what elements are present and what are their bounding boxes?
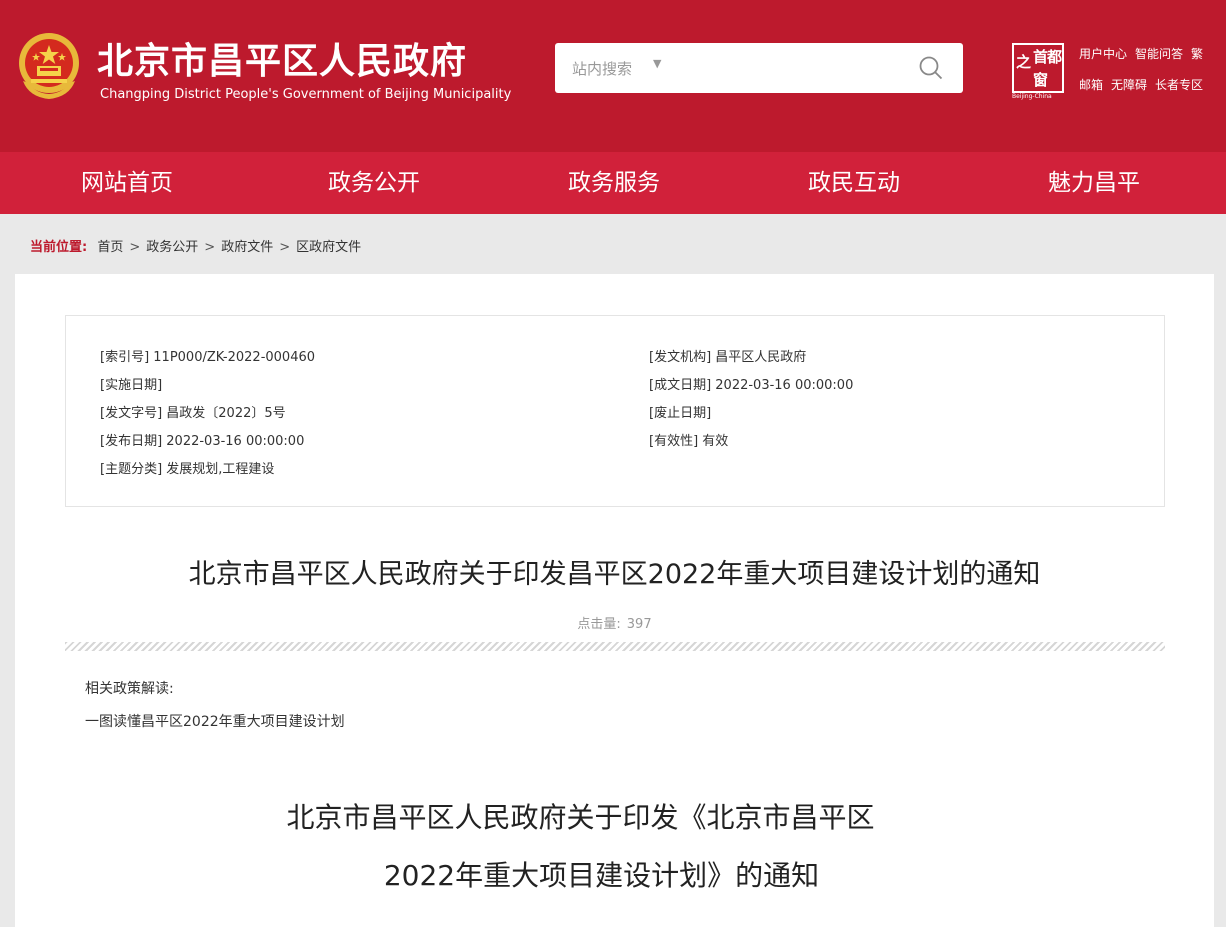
hits-label: 点击量: [577, 617, 621, 632]
top-links-row-1: 用户中心 智能问答繁 [1079, 45, 1211, 62]
breadcrumb-government-documents[interactable]: 政府文件 [221, 240, 273, 255]
site-search-input[interactable]: 站内搜索 ▼ [555, 43, 963, 93]
meta-index-no: [索引号] 11P000/ZK-2022-000460 [100, 350, 316, 365]
nav-interaction[interactable]: 政民互动 [734, 152, 974, 214]
body-title-line-1: 北京市昌平区人民政府关于印发《北京市昌平区 [286, 801, 875, 834]
breadcrumb-separator: > [129, 240, 141, 255]
elderly-zone-link[interactable]: 长者专区 [1155, 78, 1203, 92]
body-title-line-2: 2022年重大项目建设计划》的通知 [383, 859, 820, 892]
logo-char: 之 [1016, 53, 1032, 71]
meta-expire-date: [废止日期] [649, 406, 712, 421]
breadcrumb-separator: > [279, 240, 291, 255]
mailbox-link[interactable]: 邮箱 [1079, 78, 1103, 92]
meta-issuer: [发文机构] 昌平区人民政府 [649, 350, 807, 365]
meta-publish-date: [发布日期] 2022-03-16 00:00:00 [100, 434, 305, 449]
search-placeholder: 站内搜索 [572, 60, 633, 78]
related-policy-label: 相关政策解读: [85, 681, 174, 697]
breadcrumb-government-affairs[interactable]: 政务公开 [146, 240, 198, 255]
meta-category: [主题分类] 发展规划,工程建设 [100, 462, 275, 477]
accessibility-link[interactable]: 无障碍 [1111, 78, 1147, 92]
meta-validity: [有效性] 有效 [649, 434, 729, 449]
breadcrumb-district-documents[interactable]: 区政府文件 [296, 240, 361, 255]
main-nav: 网站首页 政务公开 政务服务 政民互动 魅力昌平 [0, 152, 1226, 214]
capital-window-logo[interactable]: 首 都 之 窗 Beijing-China [1012, 43, 1066, 101]
search-icon[interactable] [918, 55, 944, 81]
breadcrumb-home[interactable]: 首页 [97, 240, 123, 255]
logo-char: 首 [1033, 48, 1049, 66]
nav-government-services[interactable]: 政务服务 [494, 152, 734, 214]
title-divider [65, 642, 1165, 651]
logo-char: 窗 [1033, 71, 1049, 89]
meta-doc-no: [发文字号] 昌政发〔2022〕5号 [100, 406, 286, 421]
breadcrumb-label: 当前位置: [30, 240, 88, 255]
breadcrumb: 当前位置: 首页 > 政务公开 > 政府文件 > 区政府文件 [30, 236, 361, 255]
search-scope-dropdown-icon[interactable]: ▼ [653, 57, 661, 70]
site-subtitle: Changping District People's Government o… [100, 87, 512, 102]
related-policy-link[interactable]: 一图读懂昌平区2022年重大项目建设计划 [85, 711, 345, 731]
hits-value: 397 [626, 617, 652, 632]
user-center-link[interactable]: 用户中心 [1079, 47, 1127, 61]
nav-home[interactable]: 网站首页 [0, 152, 254, 214]
traditional-chinese-link[interactable]: 繁 [1191, 47, 1203, 61]
site-title[interactable]: 北京市昌平区人民政府 [97, 32, 467, 84]
article-panel: [索引号] 11P000/ZK-2022-000460 [发文机构] 昌平区人民… [15, 274, 1214, 927]
document-metadata: [索引号] 11P000/ZK-2022-000460 [发文机构] 昌平区人民… [65, 315, 1165, 507]
nav-government-affairs[interactable]: 政务公开 [254, 152, 494, 214]
top-links-row-2: 邮箱 无障碍 长者专区 [1079, 76, 1211, 93]
smart-qa-link[interactable]: 智能问答 [1135, 47, 1183, 61]
document-title: 北京市昌平区人民政府关于印发昌平区2022年重大项目建设计划的通知 [188, 559, 1041, 590]
national-emblem-icon[interactable] [17, 31, 81, 101]
nav-charm-changping[interactable]: 魅力昌平 [974, 152, 1214, 214]
logo-char: 都 [1047, 48, 1063, 66]
meta-written-date: [成文日期] 2022-03-16 00:00:00 [649, 378, 854, 393]
site-header: 北京市昌平区人民政府 Changping District People's G… [0, 0, 1226, 152]
breadcrumb-separator: > [204, 240, 216, 255]
meta-effective-date: [实施日期] [100, 378, 163, 393]
hit-counter: 点击量: 397 [15, 613, 1214, 632]
logo-caption: Beijing-China [1012, 93, 1052, 100]
